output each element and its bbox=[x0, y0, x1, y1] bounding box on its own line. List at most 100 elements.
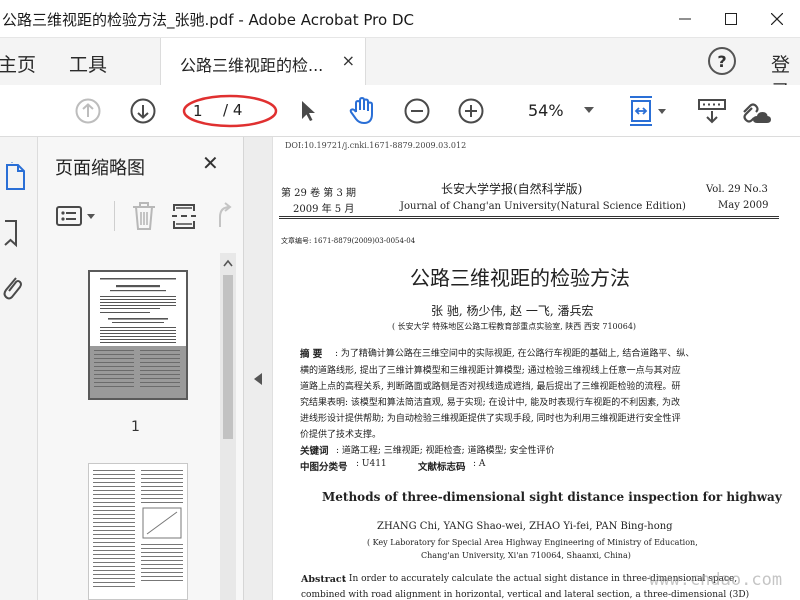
cursor-arrow-icon bbox=[302, 101, 315, 121]
list-options-icon bbox=[56, 206, 95, 226]
watermark: www.cndao.com bbox=[649, 570, 783, 590]
abstract-line: 进线形设计提供帮助; 为自动检验三维视距提供了实现手段, 同时也为利用三维视距进… bbox=[300, 414, 681, 424]
window-title: 公路三维视距的检验方法_张驰.pdf - Adobe Acrobat Pro D… bbox=[2, 11, 414, 29]
abstract-line: : 为了精确计算公路在三维空间中的实际视距, 在公路行车视距的基础上, 结合道路… bbox=[335, 349, 695, 359]
panel-title: 页面缩略图 bbox=[55, 158, 145, 179]
hand-icon bbox=[349, 97, 373, 124]
abstract-line: 道路上点的高程关系, 判断路面或路侧是否对视线造成遮挡, 最后提出了三维视距检验… bbox=[300, 382, 681, 392]
next-page-button[interactable] bbox=[129, 97, 157, 125]
red-ellipse-annotation bbox=[182, 94, 278, 128]
left-navigation-rail bbox=[0, 137, 38, 600]
arrow-up-circle-icon bbox=[75, 98, 101, 124]
abstract-line: 究结果表明: 该模型和算法简洁直观, 易于实现; 在设计中, 能及时表现行车视距… bbox=[300, 398, 680, 408]
page-thumbnail-1[interactable] bbox=[88, 270, 188, 400]
fit-page-icon bbox=[630, 96, 666, 126]
page-thumbnails-tab[interactable] bbox=[0, 161, 38, 195]
document-view: DOI:10.19721/j.cnki.1671-8879.2009.03.01… bbox=[272, 137, 800, 600]
bookmarks-tab[interactable] bbox=[0, 217, 38, 251]
chevron-down-icon bbox=[584, 107, 594, 113]
toolbar bbox=[0, 85, 800, 137]
hand-tool-button[interactable] bbox=[346, 96, 378, 126]
volume-left: 第 29 卷 第 3 期 bbox=[281, 188, 356, 199]
close-icon bbox=[771, 13, 783, 25]
keywords-label: 关键词 bbox=[300, 446, 329, 457]
abstract-line: 价提供了技术支撑。 bbox=[300, 430, 382, 440]
authors-cn: 张 驰, 杨少伟, 赵 一飞, 潘兵宏 bbox=[431, 304, 594, 318]
page-split-icon bbox=[172, 204, 196, 229]
paper-title-en: Methods of three-dimensional sight dista… bbox=[322, 490, 782, 504]
thumbnail-page-label: 1 bbox=[131, 419, 140, 435]
paper-title-cn: 公路三维视距的检验方法 bbox=[410, 266, 630, 290]
previous-page-button[interactable] bbox=[74, 97, 102, 125]
pages-icon bbox=[6, 162, 25, 190]
clc-label: 中图分类号 bbox=[300, 462, 348, 473]
page-thumbnail-preview bbox=[90, 272, 186, 398]
tab-close-button[interactable]: × bbox=[342, 51, 355, 70]
rotate-icon bbox=[219, 202, 232, 227]
header-rule bbox=[279, 216, 779, 217]
close-window-button[interactable] bbox=[754, 0, 800, 38]
thumbnail-options-button[interactable] bbox=[55, 203, 99, 229]
maximize-button[interactable] bbox=[708, 0, 754, 38]
collapse-left-icon bbox=[254, 373, 262, 385]
doi-text: DOI:10.19721/j.cnki.1671-8879.2009.03.01… bbox=[285, 141, 467, 150]
keywords: : 道路工程; 三维视距; 视距检查; 道路模型; 安全性评价 bbox=[336, 446, 555, 456]
page-display-button[interactable] bbox=[628, 94, 672, 128]
link-cloud-icon bbox=[743, 103, 771, 123]
volume-right: Vol. 29 No.3 bbox=[706, 184, 768, 195]
chevron-up-icon bbox=[223, 259, 233, 267]
panel-close-button[interactable]: ✕ bbox=[202, 151, 219, 175]
maximize-icon bbox=[725, 13, 737, 25]
pdf-page: DOI:10.19721/j.cnki.1671-8879.2009.03.01… bbox=[272, 137, 800, 600]
thumbnail-scrollbar[interactable] bbox=[220, 253, 236, 600]
journal-name-en: Journal of Chang'an University(Natural S… bbox=[400, 201, 686, 212]
help-icon: ? bbox=[717, 51, 727, 71]
abstract-label: 摘 要 bbox=[300, 349, 323, 360]
affiliation-en: ( Key Laboratory for Special Area Highwa… bbox=[367, 538, 698, 547]
doc-code-label: 文献标志码 bbox=[418, 462, 466, 473]
abstract-line: 横的道路线形, 提出了三维计算模型和三维视距计算模型; 通过检验三维视线上任意一… bbox=[300, 366, 681, 376]
tools-menu[interactable]: 工具 bbox=[69, 50, 107, 77]
bookmark-icon bbox=[4, 220, 17, 248]
page-thumbnail-2[interactable] bbox=[88, 463, 188, 600]
divider bbox=[114, 201, 115, 231]
zoom-out-button[interactable] bbox=[403, 97, 431, 125]
date-right: May 2009 bbox=[718, 200, 769, 211]
home-menu[interactable]: 主页 bbox=[0, 50, 36, 77]
minimize-button[interactable] bbox=[662, 0, 708, 38]
close-icon: ✕ bbox=[202, 151, 219, 175]
attachments-tab[interactable] bbox=[0, 272, 38, 306]
document-tab[interactable]: 公路三维视距的检... × bbox=[160, 38, 366, 85]
zoom-in-button[interactable] bbox=[457, 97, 485, 125]
date-left: 2009 年 5 月 bbox=[293, 204, 355, 215]
trash-icon bbox=[133, 202, 155, 230]
journal-name-cn: 长安大学学报(自然科学版) bbox=[441, 182, 583, 196]
tab-label: 公路三维视距的检... bbox=[180, 56, 324, 75]
help-button[interactable]: ? bbox=[708, 47, 736, 75]
plus-circle-icon bbox=[458, 98, 484, 124]
thumbnails-panel: 页面缩略图 ✕ 1 bbox=[38, 137, 244, 600]
affiliation-cn: ( 长安大学 特殊地区公路工程教育部重点实验室, 陕西 西安 710064) bbox=[392, 322, 637, 331]
rotate-page-button[interactable] bbox=[210, 201, 238, 231]
abstract-en-line: combined with road alignment in horizont… bbox=[301, 590, 750, 600]
affiliation-en: Chang'an University, Xi'an 710064, Shaan… bbox=[421, 551, 631, 560]
read-mode-button[interactable] bbox=[696, 96, 728, 126]
select-tool-button[interactable] bbox=[294, 97, 322, 125]
scrollbar-thumb[interactable] bbox=[223, 275, 233, 439]
zoom-value: 54% bbox=[528, 101, 564, 120]
extract-page-button[interactable] bbox=[170, 201, 198, 231]
arrow-down-circle-icon bbox=[130, 98, 156, 124]
abstract-en-label: Abstract bbox=[301, 574, 347, 585]
article-number: 文章编号: 1671-8879(2009)03-0054-04 bbox=[281, 237, 416, 245]
doc-code: : A bbox=[473, 459, 486, 469]
page-thumbnail-preview bbox=[93, 470, 183, 587]
minus-circle-icon bbox=[404, 98, 430, 124]
panel-collapse-bar[interactable] bbox=[244, 137, 272, 600]
share-link-button[interactable] bbox=[738, 96, 772, 126]
zoom-dropdown[interactable]: 54% bbox=[506, 98, 602, 124]
authors-en: ZHANG Chi, YANG Shao-wei, ZHAO Yi-fei, P… bbox=[377, 521, 673, 532]
delete-page-button[interactable] bbox=[130, 201, 158, 231]
minimize-icon bbox=[679, 18, 691, 20]
paperclip-icon bbox=[3, 277, 22, 300]
keyboard-download-icon bbox=[698, 99, 726, 124]
